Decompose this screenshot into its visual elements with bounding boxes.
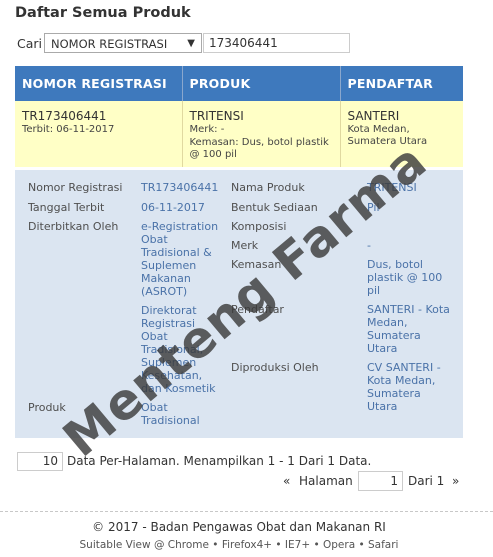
per-page-input[interactable]: 10 [17, 452, 63, 471]
detail-label-komposisi: Komposisi [231, 220, 287, 233]
cell-pendaftar[interactable]: SANTERI Kota Medan, Sumatera Utara [340, 101, 463, 167]
detail-label-pendaftar: Pendaftar [231, 303, 284, 316]
detail-value-diproduksi: CV SANTERI - Kota Medan, Sumatera Utara [367, 361, 441, 413]
detail-value-merk: - [367, 239, 371, 252]
search-field-selected: NOMOR REGISTRASI [51, 37, 168, 51]
header-produk[interactable]: PRODUK [182, 66, 341, 101]
header-nomor-registrasi[interactable]: NOMOR REGISTRASI [15, 66, 183, 101]
page-number-input[interactable]: 1 [358, 471, 403, 491]
cell-produk[interactable]: TRITENSI Merk: - Kemasan: Dus, botol pla… [182, 101, 341, 167]
table-row[interactable]: TR173406441 Terbit: 06-11-2017 TRITENSI … [15, 101, 463, 167]
detail-panel: Nomor Registrasi TR173406441 Tanggal Ter… [15, 170, 463, 438]
row-merk: Merk: - [189, 124, 225, 135]
total-pages-label: Dari 1 [408, 474, 445, 488]
per-page-summary: Data Per-Halaman. Menampilkan 1 - 1 Dari… [67, 454, 372, 468]
search-input[interactable]: 173406441 [203, 33, 350, 53]
detail-label-nama-produk: Nama Produk [231, 181, 305, 194]
row-terbit: Terbit: 06-11-2017 [22, 124, 115, 135]
footer-browser-support: Suitable View @ Chrome • Firefox4+ • IE7… [79, 539, 399, 551]
detail-value-diterbitkan: e-Registration Obat Tradisional & Suplem… [141, 220, 219, 298]
detail-label-diproduksi: Diproduksi Oleh [231, 361, 319, 374]
table-header-row: NOMOR REGISTRASI PRODUK PENDAFTAR [15, 66, 463, 101]
search-label: Cari [17, 36, 42, 51]
detail-label-produk: Produk [28, 401, 66, 414]
detail-value-bentuk: Pil [367, 201, 380, 214]
cell-nomor[interactable]: TR173406441 Terbit: 06-11-2017 [15, 101, 183, 167]
row-kemasan: Kemasan: Dus, botol plastik @ 100 pil [189, 137, 329, 160]
detail-value-produk: Obat Tradisional [141, 401, 200, 427]
next-page-icon[interactable]: » [452, 474, 459, 488]
detail-value-nama-produk: TRITENSI [367, 181, 417, 194]
detail-label-tanggal: Tanggal Terbit [28, 201, 105, 214]
page-title: Daftar Semua Produk [15, 5, 191, 21]
detail-value-tanggal: 06-11-2017 [141, 201, 205, 214]
detail-label-nomor: Nomor Registrasi [28, 181, 123, 194]
detail-value-direktorat: Direktorat Registrasi Obat Tradisional, … [141, 304, 216, 395]
detail-value-pendaftar: SANTERI - Kota Medan, Sumatera Utara [367, 303, 450, 355]
detail-label-diterbitkan: Diterbitkan Oleh [28, 220, 119, 233]
row-nomor-registrasi: TR173406441 [22, 109, 107, 123]
caret-down-icon: ▼ [187, 38, 195, 49]
detail-label-kemasan: Kemasan [231, 258, 282, 271]
footer-copyright: © 2017 - Badan Pengawas Obat dan Makanan… [92, 520, 386, 534]
header-pendaftar[interactable]: PENDAFTAR [340, 66, 463, 101]
row-produk: TRITENSI [189, 109, 244, 123]
prev-page-icon[interactable]: « [283, 474, 290, 488]
detail-label-merk: Merk [231, 239, 259, 252]
footer-divider [0, 511, 493, 512]
detail-value-nomor: TR173406441 [141, 181, 219, 194]
halaman-label: Halaman [299, 474, 353, 488]
result-table: NOMOR REGISTRASI PRODUK PENDAFTAR TR1734… [15, 66, 463, 167]
detail-label-bentuk: Bentuk Sediaan [231, 201, 318, 214]
row-pendaftar: SANTERI [347, 109, 400, 123]
row-lokasi: Kota Medan, Sumatera Utara [347, 124, 428, 147]
detail-value-kemasan: Dus, botol plastik @ 100 pil [367, 258, 443, 297]
search-field-select[interactable]: NOMOR REGISTRASI ▼ [44, 33, 202, 53]
